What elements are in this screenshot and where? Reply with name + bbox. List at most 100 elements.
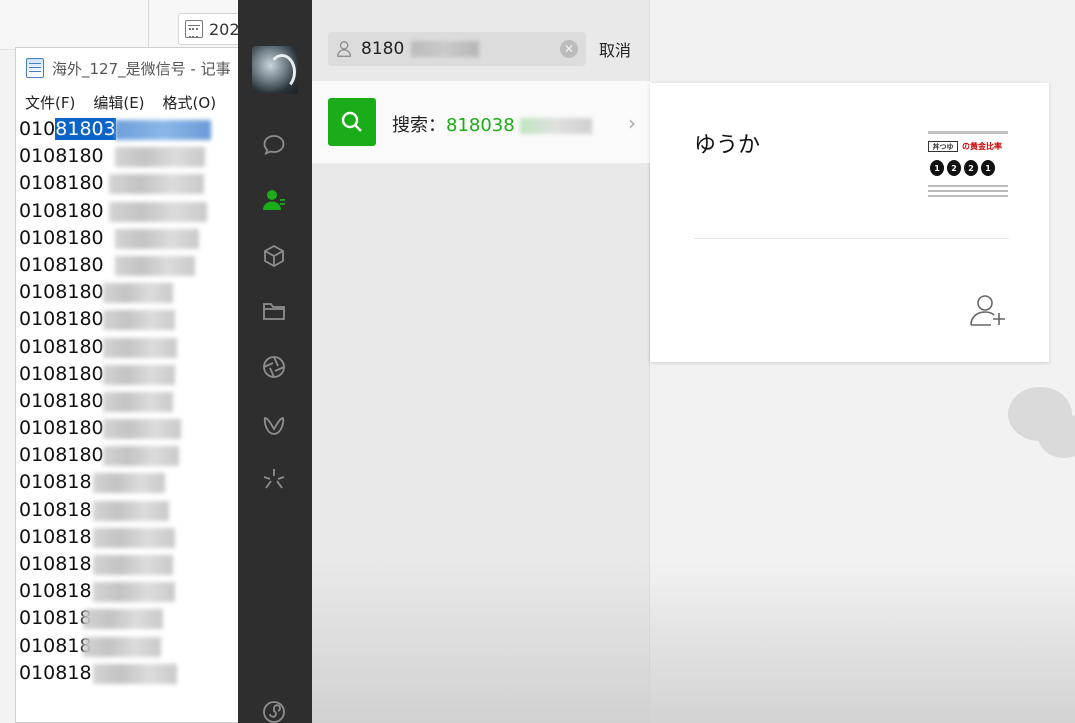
line-text: 0108180 [19,444,104,467]
channels-icon[interactable] [260,412,288,440]
line-text: 0108180 [19,172,104,195]
line-text: 0108180 [19,281,104,304]
search-input[interactable]: 8180 ✕ [328,32,586,66]
screen: 202 海外_127_是微信号 - 记事 文件(F) 编辑(E) 格式(O) 0… [0,0,1075,723]
menu-format[interactable]: 格式(O) [163,92,217,113]
sparkle-icon[interactable] [260,465,288,493]
chat-icon[interactable] [260,131,288,159]
text-line[interactable]: 0108180 [19,279,240,306]
line-text: 010818 [19,471,92,494]
search-query: 8180 [361,39,405,59]
date-text: 202 [209,19,240,39]
text-line[interactable]: 010818 [19,578,240,605]
redacted-block [115,147,205,168]
background-app-window: 202 [0,0,248,50]
text-line[interactable]: 0108180 [19,170,240,197]
text-line[interactable]: 0108180 [19,388,240,415]
mini-program-icon[interactable] [260,698,288,723]
line-text: 010818 [19,498,92,521]
notepad-menubar: 文件(F) 编辑(E) 格式(O) [16,88,240,116]
thumbnail-body-lines [928,185,1008,200]
profile-card: ゆうか 丼つゆ の黄金比率 1 2 2 1 [650,83,1049,362]
wechat-sidebar [238,0,312,723]
text-line[interactable]: 0108180 [19,198,240,225]
text-line[interactable]: 0108180 [19,334,240,361]
redacted-block [103,337,177,358]
selected-text: 81803 [55,118,116,140]
line-text: 010818 [19,525,92,548]
notepad-titlebar[interactable]: 海外_127_是微信号 - 记事 [16,48,240,88]
line-text: 0108180 [19,253,104,276]
thumbnail-headline: の黄金比率 [962,142,1002,151]
redacted-block [109,174,204,195]
background-divider [148,0,149,50]
redacted-block [109,201,207,222]
text-line[interactable]: 010818 [19,524,240,551]
notepad-text-area[interactable]: 01081803 0108180 0108180 0108180 0108180 010… [16,116,240,687]
redacted-block [93,555,173,575]
line-text: 0108180 [19,199,104,222]
line-text: 0108180 [19,417,104,440]
search-result-label: 搜索：818038 [392,111,593,137]
search-result-item[interactable]: 搜索：818038 › [312,81,650,163]
add-friend-icon[interactable] [968,293,1008,327]
profile-thumbnail[interactable]: 丼つゆ の黄金比率 1 2 2 1 [928,123,1008,209]
thumbnail-circles: 1 2 2 1 [930,160,995,176]
text-line[interactable]: 0108180 [19,252,240,279]
redacted-block [83,609,163,630]
text-line[interactable]: 0108180 [19,442,240,469]
text-line[interactable]: 010818 [19,551,240,578]
text-line-selected[interactable]: 01081803 [19,116,240,143]
profile-divider [694,238,1009,239]
search-panel: 8180 ✕ 取消 搜索：818038 › [312,0,650,723]
redacted-block [93,582,175,603]
notepad-window[interactable]: 海外_127_是微信号 - 记事 文件(F) 编辑(E) 格式(O) 01081… [15,47,241,723]
chevron-right-icon: › [628,111,636,135]
clear-search-icon[interactable]: ✕ [560,40,578,58]
text-line[interactable]: 0108180 [19,143,240,170]
search-result-icon [328,98,376,146]
redacted-block [103,391,173,412]
redacted-block [115,120,211,140]
text-line[interactable]: 010818 [19,497,240,524]
redacted-block [115,228,199,249]
moments-icon[interactable] [260,353,288,381]
text-line[interactable]: 010818 [19,605,240,632]
search-result-prefix: 搜索： [392,115,446,136]
folder-icon[interactable] [260,297,288,325]
line-text: 010818 [19,634,92,657]
redacted-query [411,41,480,57]
redacted-block [93,527,175,548]
notepad-title: 海外_127_是微信号 - 记事 [52,59,231,78]
text-line[interactable]: 0108180 [19,415,240,442]
line-prefix: 010 [19,118,56,140]
thumbnail-circle: 2 [947,160,961,176]
thumbnail-box-text: 丼つゆ [928,141,958,152]
line-text: 010818 [19,553,92,575]
calendar-icon [185,20,203,38]
redacted-block [103,419,181,440]
text-line[interactable]: 010818 [19,660,240,687]
redacted-block [103,310,175,331]
user-avatar[interactable] [252,46,298,94]
redacted-block [103,446,179,467]
text-line[interactable]: 010818 [19,469,240,496]
redacted-block [83,636,161,657]
notepad-icon [26,58,44,78]
contacts-icon[interactable] [260,186,288,214]
search-result-number: 818038 [446,115,515,136]
redacted-block [93,500,169,521]
line-text: 0108180 [19,145,104,168]
text-line[interactable]: 0108180 [19,225,240,252]
menu-edit[interactable]: 编辑(E) [93,92,144,113]
text-line[interactable]: 010818 [19,633,240,660]
thumbnail-text-line [928,131,1008,134]
redacted-block [103,364,175,385]
box-icon[interactable] [260,242,288,270]
menu-file[interactable]: 文件(F) [25,92,75,113]
cancel-button[interactable]: 取消 [599,37,631,61]
redacted-block [115,255,195,276]
line-text: 0108180 [19,362,104,385]
text-line[interactable]: 0108180 [19,361,240,388]
text-line[interactable]: 0108180 [19,306,240,333]
